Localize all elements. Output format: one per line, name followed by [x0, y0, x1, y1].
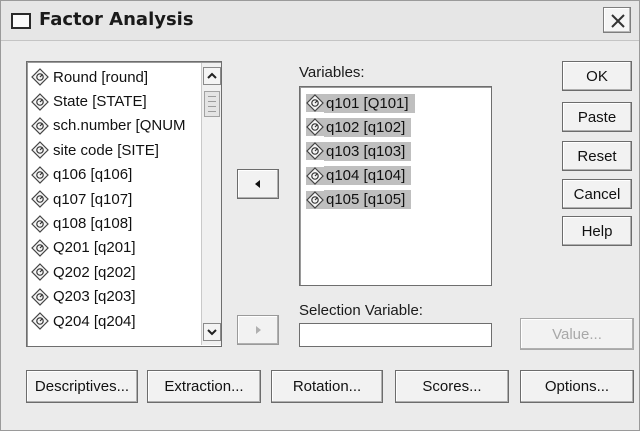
scale-diamond-icon	[306, 94, 324, 113]
descriptives-button[interactable]: Descriptives...	[26, 370, 138, 403]
close-icon	[611, 14, 625, 28]
factor-analysis-dialog: Factor Analysis Round [round] State [STAT…	[0, 0, 640, 431]
scale-diamond-icon	[31, 165, 49, 184]
selection-variable-field[interactable]	[299, 323, 492, 347]
paste-button[interactable]: Paste	[562, 102, 632, 132]
extraction-button[interactable]: Extraction...	[147, 370, 261, 403]
source-variable-label: sch.number [QNUM	[53, 117, 186, 135]
selected-variable-label: q103 [q103]	[324, 141, 412, 161]
selection-variable-label: Selection Variable:	[299, 302, 423, 319]
scale-diamond-icon	[31, 214, 49, 233]
source-variable-item[interactable]: Round [round]	[31, 65, 191, 89]
source-variable-item[interactable]: q106 [q106]	[31, 163, 191, 187]
selected-variable-label: q105 [q105]	[324, 190, 412, 210]
source-variable-label: q107 [q107]	[53, 190, 133, 208]
selected-variable-label: q101 [Q101]	[324, 93, 415, 113]
source-variable-label: State [STATE]	[53, 93, 147, 111]
reset-button[interactable]: Reset	[562, 141, 632, 171]
source-variable-item[interactable]: Q202 [q202]	[31, 260, 191, 284]
scale-diamond-icon	[31, 287, 49, 306]
source-variable-item[interactable]: q108 [q108]	[31, 211, 191, 235]
move-to-variables-button[interactable]	[237, 169, 279, 199]
scale-diamond-icon	[31, 263, 49, 282]
arrow-right-icon	[256, 326, 261, 334]
source-variable-item[interactable]: Q201 [q201]	[31, 236, 191, 260]
options-button[interactable]: Options...	[520, 370, 634, 403]
scale-diamond-icon	[31, 141, 49, 160]
scroll-down-button[interactable]	[203, 323, 221, 341]
ok-button[interactable]: OK	[562, 61, 632, 91]
window-title: Factor Analysis	[39, 9, 194, 30]
move-to-selection-button[interactable]	[237, 315, 279, 345]
source-variable-label: Q203 [q203]	[53, 288, 136, 306]
source-variable-item[interactable]: q107 [q107]	[31, 187, 191, 211]
help-button[interactable]: Help	[562, 216, 632, 246]
scale-diamond-icon	[306, 190, 324, 209]
source-variable-label: Q204 [q204]	[53, 312, 136, 330]
scale-diamond-icon	[31, 68, 49, 87]
variables-label: Variables:	[299, 64, 365, 81]
source-variable-label: Q202 [q202]	[53, 263, 136, 281]
value-button[interactable]: Value...	[520, 318, 634, 350]
source-variable-item[interactable]: site code [SITE]	[31, 138, 191, 162]
scroll-up-button[interactable]	[203, 67, 221, 85]
scale-diamond-icon	[31, 312, 49, 330]
scale-diamond-icon	[306, 166, 324, 185]
source-variable-item[interactable]: Q203 [q203]	[31, 285, 191, 309]
scale-diamond-icon	[31, 190, 49, 208]
scroll-thumb[interactable]	[204, 91, 220, 117]
source-variable-label: Round [round]	[53, 68, 149, 86]
scale-diamond-icon	[306, 118, 324, 137]
cancel-button[interactable]: Cancel	[562, 179, 632, 209]
source-variable-label: q108 [q108]	[53, 215, 133, 233]
source-variable-item[interactable]: Q204 [q204]	[31, 309, 191, 333]
variables-list[interactable]: q101 [Q101] q102 [q102] q103 [q103] q104 [q…	[299, 86, 492, 286]
source-variable-item[interactable]: sch.number [QNUM	[31, 114, 191, 138]
rotation-button[interactable]: Rotation...	[271, 370, 383, 403]
window-icon	[11, 13, 31, 29]
source-variable-label: q106 [q106]	[53, 166, 133, 184]
selected-variable-item[interactable]: q101 [Q101]	[306, 91, 415, 115]
source-variable-label: site code [SITE]	[53, 141, 159, 159]
chevron-up-icon	[207, 72, 217, 79]
selected-variable-label: q104 [q104]	[324, 166, 412, 186]
vertical-scrollbar[interactable]	[201, 63, 221, 345]
selected-variable-item[interactable]: q103 [q103]	[306, 139, 415, 163]
source-variable-item[interactable]: State [STATE]	[31, 89, 191, 113]
selected-variable-item[interactable]: q102 [q102]	[306, 115, 415, 139]
chevron-down-icon	[207, 329, 217, 336]
scale-diamond-icon	[306, 142, 324, 161]
title-bar[interactable]: Factor Analysis	[1, 1, 639, 41]
scores-button[interactable]: Scores...	[395, 370, 509, 403]
arrow-left-icon	[255, 180, 260, 188]
selected-variable-item[interactable]: q105 [q105]	[306, 188, 415, 212]
scale-diamond-icon	[31, 92, 49, 111]
selected-variable-label: q102 [q102]	[324, 117, 412, 137]
source-variable-list[interactable]: Round [round] State [STATE] sch.number [QN…	[26, 61, 222, 347]
close-button[interactable]	[603, 7, 631, 33]
source-variable-label: Q201 [q201]	[53, 239, 136, 257]
selected-variable-item[interactable]: q104 [q104]	[306, 164, 415, 188]
scale-diamond-icon	[31, 239, 49, 257]
scale-diamond-icon	[31, 117, 49, 135]
